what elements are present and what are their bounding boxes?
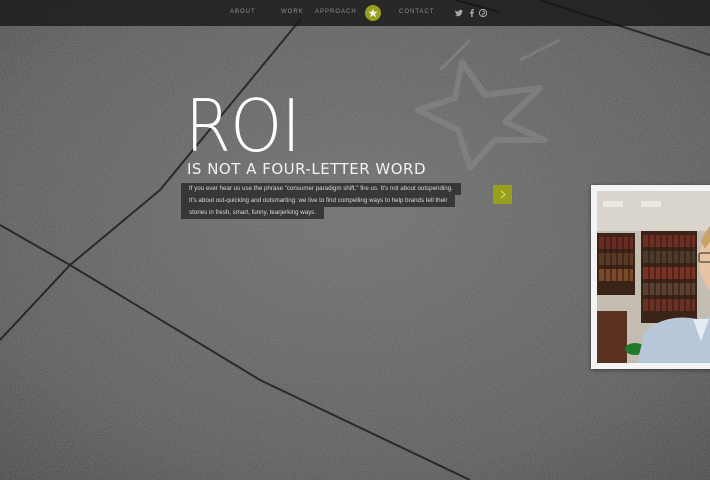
page: ABOUT WORK APPROACH CONTACT ROI IS NOT A…	[0, 0, 710, 480]
portrait-photo-frame	[591, 185, 710, 369]
hero-body-line: It's about out-quicking and outsmarting:…	[181, 195, 456, 207]
hero-body-line: If you ever hear us use the phrase "cons…	[181, 183, 461, 195]
nav-about[interactable]: ABOUT	[230, 9, 256, 15]
nav-approach[interactable]: APPROACH	[315, 9, 357, 15]
twitter-icon[interactable]	[455, 9, 463, 17]
top-navigation: ABOUT WORK APPROACH CONTACT	[0, 0, 710, 26]
next-button[interactable]	[493, 185, 512, 204]
hero-body: If you ever hear us use the phrase "cons…	[181, 183, 491, 219]
logo-button[interactable]	[365, 5, 381, 21]
pinterest-icon[interactable]	[479, 9, 487, 17]
chevron-right-icon	[500, 190, 506, 199]
facebook-icon[interactable]	[468, 9, 476, 17]
nav-work[interactable]: WORK	[281, 9, 304, 15]
nav-contact[interactable]: CONTACT	[399, 9, 435, 15]
hero-body-line: stories in fresh, smart, funny, tearjerk…	[181, 207, 325, 219]
hero-subtitle: IS NOT A FOUR-LETTER WORD	[187, 160, 427, 178]
portrait-photo	[597, 191, 710, 363]
hero-title: ROI	[185, 84, 301, 168]
star-icon	[368, 8, 378, 18]
